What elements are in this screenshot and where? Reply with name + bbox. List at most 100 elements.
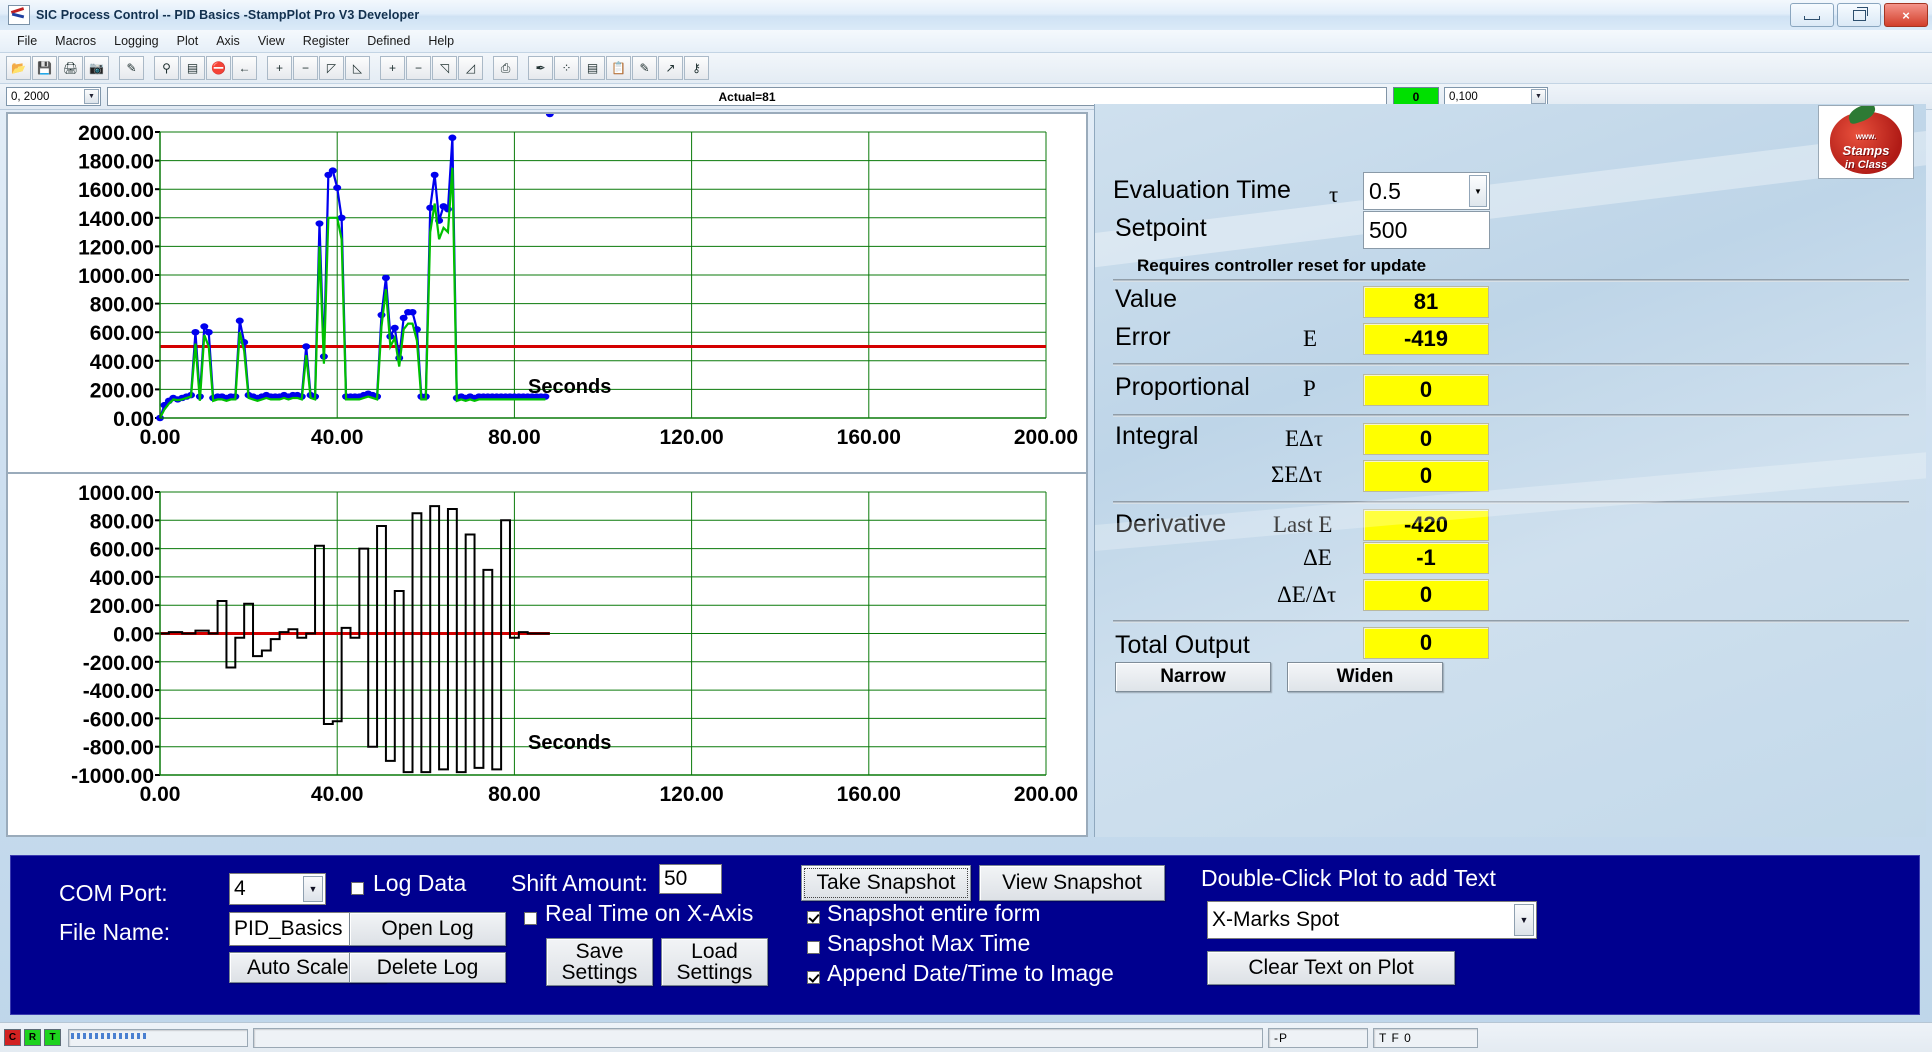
chevron-down-icon[interactable]: ▼ xyxy=(303,876,323,902)
marker-icon[interactable]: ✎ xyxy=(632,56,657,80)
status-field-tf: T F 0 xyxy=(1373,1027,1478,1048)
data-points-icon[interactable]: ⁘ xyxy=(554,56,579,80)
status-field-p: -P xyxy=(1268,1027,1368,1048)
menu-item-register[interactable]: Register xyxy=(294,32,359,50)
svg-text:-800.00: -800.00 xyxy=(83,737,154,760)
scale-up-icon[interactable]: ◹ xyxy=(432,56,457,80)
process-value-plot[interactable]: 2000.00 1800.00 1600.00 1400.00 1200.00 1000.… xyxy=(8,114,1086,474)
menu-item-logging[interactable]: Logging xyxy=(105,32,168,50)
take-snapshot-button[interactable]: Take Snapshot xyxy=(801,865,971,901)
integral-label: Integral xyxy=(1115,422,1199,450)
svg-text:0.00: 0.00 xyxy=(140,426,181,449)
terminal-icon[interactable]: ▤ xyxy=(180,56,205,80)
save-settings-button[interactable]: Save Settings xyxy=(546,938,653,986)
camera-snapshot-icon[interactable]: 📷 xyxy=(84,56,109,80)
append-datetime-checkbox[interactable] xyxy=(807,971,820,984)
key-icon[interactable]: ⚷ xyxy=(684,56,709,80)
svg-text:1800.00: 1800.00 xyxy=(78,151,154,174)
svg-text:160.00: 160.00 xyxy=(837,426,901,449)
derivative-label: Derivative xyxy=(1115,510,1227,538)
log-data-checkbox[interactable] xyxy=(351,882,364,895)
restore-button[interactable] xyxy=(1837,3,1881,27)
derivative-symbol: Last E xyxy=(1273,512,1333,537)
scale-down-icon[interactable]: ◿ xyxy=(458,56,483,80)
chevron-down-icon[interactable]: ▼ xyxy=(84,89,99,104)
pen-icon[interactable]: ✒ xyxy=(528,56,553,80)
delta-e-symbol: ΔE xyxy=(1303,545,1332,570)
zoom-out-y-icon[interactable]: − xyxy=(406,56,431,80)
menu-bar: File Macros Logging Plot Axis View Regis… xyxy=(0,30,1932,53)
delta-e-rate-readout: 0 xyxy=(1363,579,1489,611)
shift-right-icon[interactable]: ◺ xyxy=(345,56,370,80)
svg-text:600.00: 600.00 xyxy=(90,322,154,345)
narrow-button[interactable]: Narrow xyxy=(1115,662,1271,692)
clear-text-button[interactable]: Clear Text on Plot xyxy=(1207,951,1455,985)
transmit-led: T xyxy=(44,1029,61,1046)
connect-plot-icon[interactable]: ⚲ xyxy=(154,56,179,80)
stamps-in-class-logo: www. Stamps in Class xyxy=(1818,105,1914,179)
chevron-down-icon[interactable]: ▼ xyxy=(1514,904,1534,936)
integral-readout: 0 xyxy=(1363,423,1489,455)
plot2-x-title: Seconds xyxy=(528,732,612,754)
notes-icon[interactable]: ▤ xyxy=(580,56,605,80)
total-output-label: Total Output xyxy=(1115,631,1250,659)
y-range-combo[interactable]: 0, 2000 ▼ xyxy=(6,87,101,106)
error-plot[interactable]: 1000.00 800.00 600.00 400.00 200.00 0.00 -200.… xyxy=(8,474,1086,831)
svg-text:2000.00: 2000.00 xyxy=(78,122,154,145)
svg-text:1200.00: 1200.00 xyxy=(78,236,154,259)
append-datetime-label: Append Date/Time to Image xyxy=(827,960,1114,986)
delete-log-button[interactable]: Delete Log xyxy=(349,952,506,983)
print-icon[interactable]: 🖨 xyxy=(58,56,83,80)
integral-sum-readout: 0 xyxy=(1363,460,1489,492)
clipboard-icon[interactable]: 📋 xyxy=(606,56,631,80)
zoom-out-x-icon[interactable]: − xyxy=(293,56,318,80)
plot-container: 2000.00 1800.00 1600.00 1400.00 1200.00 1000.… xyxy=(6,112,1088,837)
evaluation-time-combo[interactable]: 0.5 ▼ xyxy=(1363,172,1490,210)
menu-item-axis[interactable]: Axis xyxy=(207,32,249,50)
save-disk-icon[interactable]: 💾 xyxy=(32,56,57,80)
chevron-down-icon[interactable]: ▼ xyxy=(1469,175,1487,207)
export-pdf-icon[interactable]: ⎙ xyxy=(493,56,518,80)
menu-item-file[interactable]: File xyxy=(8,32,46,50)
open-folder-icon[interactable]: 📂 xyxy=(6,56,31,80)
stop-icon[interactable]: ⛔ xyxy=(206,56,231,80)
derivative-readout: -420 xyxy=(1363,509,1489,541)
trend-icon[interactable]: ↗ xyxy=(658,56,683,80)
zoom-in-y-icon[interactable]: + xyxy=(380,56,405,80)
divider xyxy=(1113,279,1909,282)
menu-item-view[interactable]: View xyxy=(249,32,294,50)
divider xyxy=(1113,620,1909,623)
load-settings-button[interactable]: Load Settings xyxy=(661,938,768,986)
back-arrow-icon[interactable]: ← xyxy=(232,56,257,80)
text-mode-select[interactable]: X-Marks Spot ▼ xyxy=(1207,901,1537,939)
menu-item-plot[interactable]: Plot xyxy=(168,32,208,50)
snapshot-entire-form-checkbox[interactable] xyxy=(807,911,820,924)
close-button[interactable]: × xyxy=(1884,3,1928,27)
widen-button[interactable]: Widen xyxy=(1287,662,1443,692)
divider xyxy=(1113,414,1909,417)
menu-item-macros[interactable]: Macros xyxy=(46,32,105,50)
pid-panel: www. Stamps in Class Evaluation Time τ 0… xyxy=(1094,104,1926,837)
zoom-in-x-icon[interactable]: + xyxy=(267,56,292,80)
open-log-button[interactable]: Open Log xyxy=(349,912,506,946)
snapshot-max-time-checkbox[interactable] xyxy=(807,941,820,954)
svg-text:-600.00: -600.00 xyxy=(83,708,154,731)
snapshot-entire-form-label: Snapshot entire form xyxy=(827,900,1041,926)
svg-text:200.00: 200.00 xyxy=(90,379,154,402)
svg-text:40.00: 40.00 xyxy=(311,783,364,806)
menu-item-defined[interactable]: Defined xyxy=(358,32,419,50)
shift-amount-input[interactable]: 50 xyxy=(659,864,722,894)
real-time-checkbox[interactable] xyxy=(524,912,537,925)
value-label: Value xyxy=(1115,285,1178,313)
view-snapshot-button[interactable]: View Snapshot xyxy=(979,865,1165,901)
shift-left-icon[interactable]: ◸ xyxy=(319,56,344,80)
setpoint-input[interactable]: 500 xyxy=(1363,211,1490,249)
com-port-select[interactable]: 4 ▼ xyxy=(229,873,326,905)
setpoint-label: Setpoint xyxy=(1115,214,1207,242)
minimize-button[interactable] xyxy=(1790,3,1834,27)
wand-icon[interactable]: ✎ xyxy=(119,56,144,80)
svg-text:160.00: 160.00 xyxy=(837,783,901,806)
buffer-progress xyxy=(68,1028,248,1047)
chevron-down-icon[interactable]: ▼ xyxy=(1531,89,1546,104)
menu-item-help[interactable]: Help xyxy=(419,32,463,50)
